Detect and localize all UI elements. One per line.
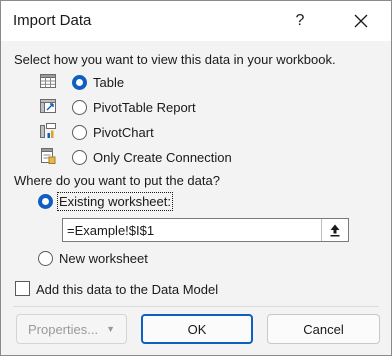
cell-reference-box: [62, 218, 349, 242]
pivotchart-option[interactable]: PivotChart: [72, 122, 154, 142]
cell-reference-input[interactable]: [67, 222, 317, 238]
data-model-checkbox[interactable]: [15, 281, 30, 296]
connection-label: Only Create Connection: [93, 149, 232, 165]
pivottable-icon: [40, 99, 56, 113]
view-prompt: Select how you want to view this data in…: [14, 52, 336, 67]
connection-radio[interactable]: [72, 149, 87, 165]
table-icon: [40, 74, 56, 88]
pivottable-radio[interactable]: [72, 99, 87, 115]
range-select-icon: [330, 224, 340, 237]
close-button[interactable]: [347, 7, 375, 35]
dialog-body: Select how you want to view this data in…: [1, 41, 391, 355]
import-data-dialog: Import Data ? Select how you want to vie…: [0, 0, 392, 356]
properties-label: Properties...: [27, 321, 99, 337]
ok-button[interactable]: OK: [141, 314, 253, 344]
connection-option[interactable]: Only Create Connection: [72, 147, 232, 167]
close-icon: [354, 14, 368, 28]
pivotchart-icon: [40, 123, 56, 138]
dropdown-arrow-icon: ▼: [106, 324, 115, 334]
table-option[interactable]: Table: [72, 72, 124, 92]
pivotchart-label: PivotChart: [93, 124, 154, 140]
title-bar: Import Data ?: [1, 1, 391, 41]
properties-button[interactable]: Properties... ▼: [16, 314, 127, 344]
new-worksheet-label: New worksheet: [59, 250, 148, 266]
existing-worksheet-radio[interactable]: [38, 193, 53, 209]
cancel-button[interactable]: Cancel: [267, 314, 380, 344]
existing-worksheet-option[interactable]: Existing worksheet:: [38, 191, 173, 211]
pivotchart-radio[interactable]: [72, 124, 87, 140]
data-model-label: Add this data to the Data Model: [36, 282, 219, 297]
new-worksheet-option[interactable]: New worksheet: [38, 248, 148, 268]
pivottable-label: PivotTable Report: [93, 99, 196, 115]
cancel-label: Cancel: [303, 321, 344, 337]
help-button[interactable]: ?: [286, 7, 314, 35]
location-prompt: Where do you want to put the data?: [14, 173, 220, 188]
dialog-title: Import Data: [13, 12, 92, 29]
table-label: Table: [93, 74, 125, 90]
existing-worksheet-label: Existing worksheet:: [57, 191, 173, 211]
ok-label: OK: [187, 321, 207, 337]
connection-icon: [41, 148, 56, 164]
collapse-dialog-button[interactable]: [321, 219, 348, 241]
table-radio[interactable]: [72, 74, 87, 90]
help-icon: ?: [295, 12, 305, 29]
pivottable-option[interactable]: PivotTable Report: [72, 97, 196, 117]
new-worksheet-radio[interactable]: [38, 250, 53, 266]
button-separator: [13, 306, 379, 307]
